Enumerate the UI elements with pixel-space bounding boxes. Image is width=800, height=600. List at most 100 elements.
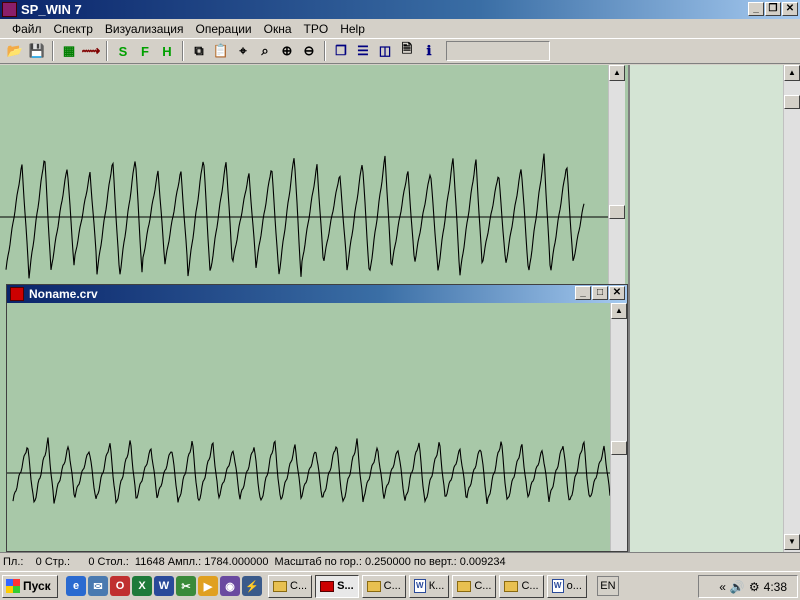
toolbar-separator: [324, 41, 326, 61]
menu-bar: Файл Спектр Визуализация Операции Окна T…: [0, 19, 800, 38]
zoom-out-icon[interactable]: ⊖: [298, 40, 320, 62]
volume-icon[interactable]: 🔊: [730, 580, 745, 594]
app-icon[interactable]: [2, 2, 17, 17]
scroll-thumb[interactable]: [609, 205, 625, 219]
word-icon[interactable]: W: [154, 576, 174, 596]
tile-horizontal-icon[interactable]: ☰: [352, 40, 374, 62]
taskbar-task[interactable]: С...: [452, 574, 497, 598]
ie-icon[interactable]: e: [66, 576, 86, 596]
curve-icon[interactable]: ⟿: [80, 40, 102, 62]
child-waveform-plot[interactable]: [7, 303, 611, 551]
main-waveform-plot[interactable]: [0, 65, 608, 285]
tools-icon[interactable]: ✂: [176, 576, 196, 596]
toolbar-separator: [182, 41, 184, 61]
tray-expand-icon[interactable]: «: [719, 580, 726, 594]
save-icon[interactable]: 💾: [26, 40, 48, 62]
taskbar-task[interactable]: Wо...: [546, 574, 587, 598]
child-minimize-button[interactable]: _: [575, 286, 591, 300]
eye-icon[interactable]: ◉: [220, 576, 240, 596]
menu-file[interactable]: Файл: [6, 22, 48, 36]
zoom-area-icon[interactable]: ⌕: [254, 40, 276, 62]
windows-logo-icon: [6, 579, 20, 593]
child-title-bar[interactable]: Noname.crv _ □ ✕: [7, 285, 627, 303]
tile-vertical-icon[interactable]: ◫: [374, 40, 396, 62]
status-text: Пл.: 0 Стр.: 0 Стол.: 11648 Ампл.: 1784.…: [3, 556, 506, 568]
menu-operations[interactable]: Операции: [190, 22, 258, 36]
app-title: SP_WIN 7: [21, 2, 82, 17]
paste-icon[interactable]: 📋: [210, 40, 232, 62]
toolbar-separator: [52, 41, 54, 61]
main-plot-scrollbar[interactable]: ▲: [608, 65, 625, 285]
child-scroll-thumb[interactable]: [611, 441, 627, 455]
opera-icon[interactable]: O: [110, 576, 130, 596]
child-title: Noname.crv: [29, 287, 98, 301]
media-icon[interactable]: ▶: [198, 576, 218, 596]
excel-icon[interactable]: X: [132, 576, 152, 596]
child-maximize-button[interactable]: □: [592, 286, 608, 300]
taskbar-task[interactable]: С...: [361, 574, 406, 598]
status-bar: Пл.: 0 Стр.: 0 Стол.: 11648 Ампл.: 1784.…: [0, 552, 800, 571]
taskbar-task[interactable]: С...: [499, 574, 544, 598]
quick-launch: e ✉ O X W ✂ ▶ ◉ ⚡: [66, 576, 262, 596]
task-label: С...: [474, 580, 492, 592]
folder-icon: [457, 580, 472, 592]
open-icon[interactable]: 📂: [4, 40, 26, 62]
child-close-button[interactable]: ✕: [609, 286, 625, 300]
taskbar-task[interactable]: С...: [268, 574, 313, 598]
tray-app-icon[interactable]: ⚙: [749, 580, 760, 594]
side-scroll-up-button[interactable]: ▲: [784, 65, 800, 81]
zoom-fit-icon[interactable]: ⌖: [232, 40, 254, 62]
document-icon[interactable]: [10, 287, 24, 301]
language-indicator[interactable]: EN: [596, 576, 619, 596]
taskbar: Пуск e ✉ O X W ✂ ▶ ◉ ⚡ С... S... С... W К...…: [0, 571, 800, 600]
minimize-button[interactable]: _: [748, 2, 764, 16]
task-label: С...: [290, 580, 308, 592]
child-scroll-up-button[interactable]: ▲: [611, 303, 627, 319]
side-panel-scrollbar[interactable]: ▲ ▼: [783, 65, 800, 552]
menu-visualization[interactable]: Визуализация: [99, 22, 190, 36]
properties-icon[interactable]: 🗎: [396, 40, 418, 62]
child-waveform-trace: [12, 437, 611, 505]
noname-crv-window[interactable]: Noname.crv _ □ ✕ ▲: [6, 284, 628, 552]
app-title-bar[interactable]: SP_WIN 7 _ ❐ ✕: [0, 0, 800, 19]
zoom-in-icon[interactable]: ⊕: [276, 40, 298, 62]
side-scroll-down-button[interactable]: ▼: [784, 534, 800, 550]
task-label: С...: [383, 580, 401, 592]
taskbar-task[interactable]: S...: [315, 574, 359, 598]
cascade-icon[interactable]: ❐: [330, 40, 352, 62]
menu-spectrum[interactable]: Спектр: [48, 22, 99, 36]
scroll-up-button[interactable]: ▲: [609, 65, 625, 81]
side-panel: [628, 65, 783, 552]
word-doc-icon: W: [413, 579, 426, 593]
toolbar: 📂 💾 ▦ ⟿ S F H ⧉ 📋 ⌖ ⌕ ⊕ ⊖ ❐ ☰ ◫ 🗎 ℹ: [0, 38, 800, 64]
word-doc-icon: W: [551, 579, 564, 593]
copy-icon[interactable]: ⧉: [188, 40, 210, 62]
task-label: С...: [521, 580, 539, 592]
menu-windows[interactable]: Окна: [258, 22, 298, 36]
menu-tpo[interactable]: TPO: [298, 22, 335, 36]
system-tray: « 🔊 ⚙ 4:38: [698, 575, 798, 598]
toolbar-value-field[interactable]: [446, 41, 550, 61]
task-label: S...: [337, 580, 354, 592]
start-button[interactable]: Пуск: [2, 574, 58, 598]
close-button[interactable]: ✕: [782, 2, 798, 16]
app-icon: [320, 580, 335, 592]
s-mode-icon[interactable]: S: [112, 40, 134, 62]
info-icon[interactable]: ℹ: [418, 40, 440, 62]
network-icon[interactable]: ⚡: [242, 576, 262, 596]
spectrum-icon[interactable]: ▦: [58, 40, 80, 62]
folder-icon: [504, 580, 519, 592]
main-waveform-trace: [5, 153, 585, 279]
h-mode-icon[interactable]: H: [156, 40, 178, 62]
task-label: К...: [428, 580, 445, 592]
menu-help[interactable]: Help: [334, 22, 371, 36]
task-label: о...: [566, 580, 582, 592]
child-scrollbar[interactable]: ▲: [610, 303, 627, 551]
outlook-icon[interactable]: ✉: [88, 576, 108, 596]
toolbar-separator: [106, 41, 108, 61]
folder-icon: [273, 580, 287, 592]
restore-button[interactable]: ❐: [765, 2, 781, 16]
f-mode-icon[interactable]: F: [134, 40, 156, 62]
side-scroll-thumb[interactable]: [784, 95, 800, 109]
taskbar-task[interactable]: W К...: [408, 574, 450, 598]
